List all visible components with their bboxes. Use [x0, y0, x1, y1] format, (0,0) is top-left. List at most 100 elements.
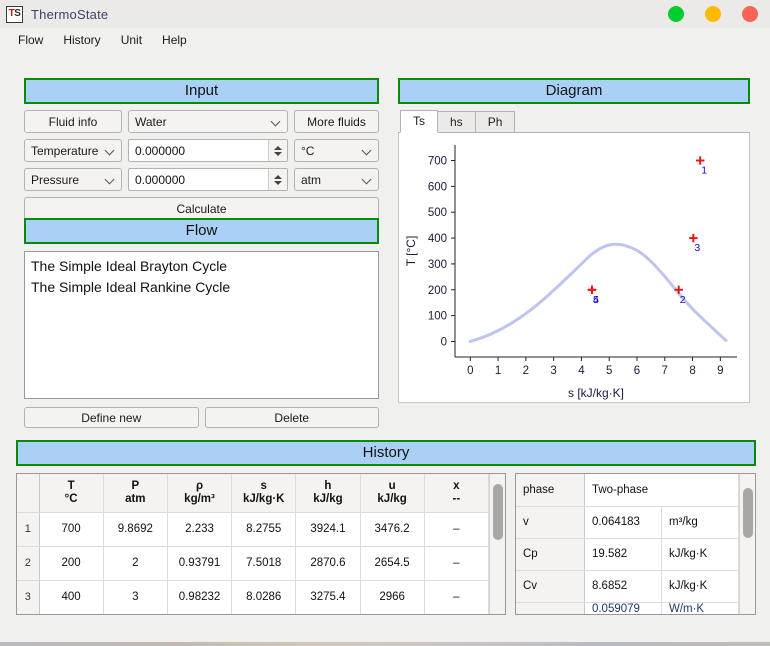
table-row[interactable]: Cp 19.582 kJ/kg·K [516, 538, 740, 571]
history-table-scrollbar-thumb[interactable] [493, 484, 503, 540]
list-item[interactable]: The Simple Ideal Rankine Cycle [31, 277, 378, 298]
history-body: T °C P atm ρ kg/m³ s kJ/kg·K h kJ/kg u k… [16, 473, 756, 615]
cell-h[interactable]: 3275.4 [295, 580, 361, 614]
minimize-button[interactable] [668, 6, 684, 22]
cell-s[interactable]: 8.0286 [231, 580, 297, 614]
cell-p[interactable]: 2 [103, 546, 168, 581]
history-table-scrollbar[interactable] [489, 474, 505, 614]
svg-text:7: 7 [662, 365, 668, 377]
tab-ph[interactable]: Ph [474, 111, 516, 132]
table-row[interactable]: 0.059079 W/m·K [516, 602, 740, 614]
flow-buttons: Define new Delete [24, 407, 379, 428]
close-button[interactable] [742, 6, 758, 22]
property-name-cp: Cp [516, 538, 585, 571]
stepper-down-icon[interactable] [274, 151, 282, 156]
input-panel: Input Fluid info Water More fluids Tempe… [24, 78, 379, 220]
column-header-t-name: T [67, 479, 75, 492]
cell-t[interactable]: 700 [39, 512, 104, 547]
column-header-h-unit: kJ/kg [313, 492, 343, 505]
flow-list[interactable]: The Simple Ideal Brayton Cycle The Simpl… [24, 251, 379, 399]
property-value-cp[interactable]: 19.582 [584, 538, 662, 571]
ts-diagram-chart[interactable]: 0 100 200 300 400 500 600 700 0 1 2 3 4 5 6 7 8 9 s [kJ/kg… [398, 133, 750, 403]
properties-table-container[interactable]: phase Two-phase v 0.064183 m³/kg Cp 19.5… [515, 473, 756, 615]
cell-x[interactable]: – [424, 512, 490, 547]
diagram-panel-title: Diagram [398, 78, 750, 104]
more-fluids-button[interactable]: More fluids [294, 110, 379, 133]
calculate-button[interactable]: Calculate [24, 197, 379, 220]
cell-rho[interactable]: 0.98232 [167, 580, 233, 614]
temperature-unit-select[interactable]: °C [294, 139, 379, 162]
table-row[interactable]: 3 400 3 0.98232 8.0286 3275.4 2966 – [17, 580, 490, 614]
cell-u[interactable]: 2966 [360, 580, 425, 614]
table-row[interactable]: Cv 8.6852 kJ/kg·K [516, 570, 740, 603]
list-item[interactable]: The Simple Ideal Brayton Cycle [31, 256, 378, 277]
property-name-cv: Cv [516, 570, 585, 603]
column-header-p: P atm [103, 474, 168, 513]
cell-p[interactable]: 9.8692 [103, 512, 168, 547]
property-unit-clipped: W/m·K [661, 602, 740, 614]
cell-s[interactable]: 8.2755 [231, 512, 297, 547]
flow-panel: Flow The Simple Ideal Brayton Cycle The … [24, 218, 379, 428]
cell-rho[interactable]: 2.233 [167, 512, 233, 547]
svg-text:5: 5 [593, 294, 599, 306]
cell-t[interactable]: 200 [39, 546, 104, 581]
temperature-unit-value: °C [301, 143, 315, 158]
cell-u[interactable]: 3476.2 [360, 512, 425, 547]
cell-u[interactable]: 2654.5 [360, 546, 425, 581]
column-header-h-name: h [324, 479, 332, 492]
menu-item-history[interactable]: History [53, 30, 110, 50]
cell-rho[interactable]: 0.93791 [167, 546, 233, 581]
property-value-phase[interactable]: Two-phase [584, 474, 740, 507]
tab-ts[interactable]: Ts [400, 110, 438, 133]
menu-item-help[interactable]: Help [152, 30, 197, 50]
cell-h[interactable]: 2870.6 [295, 546, 361, 581]
properties-table-scrollbar[interactable] [739, 474, 755, 614]
temperature-input[interactable]: 0.000000 [128, 139, 288, 162]
menu-item-unit[interactable]: Unit [111, 30, 152, 50]
row-number: 1 [17, 512, 40, 547]
properties-table-scrollbar-thumb[interactable] [743, 488, 753, 538]
fluid-select[interactable]: Water [128, 110, 288, 133]
property-value-v[interactable]: 0.064183 [584, 506, 662, 539]
column-header-rho-name: ρ [195, 479, 204, 492]
property-select-temperature-value: Temperature [31, 143, 99, 158]
property-select-pressure[interactable]: Pressure [24, 168, 122, 191]
menu-item-flow[interactable]: Flow [8, 30, 53, 50]
table-row[interactable]: v 0.064183 m³/kg [516, 506, 740, 539]
table-row[interactable]: 2 200 2 0.93791 7.5018 2870.6 2654.5 – [17, 546, 490, 581]
property-select-pressure-value: Pressure [31, 172, 80, 187]
column-header-t: T °C [39, 474, 104, 513]
table-row[interactable]: phase Two-phase [516, 474, 740, 507]
property-unit-v: m³/kg [661, 506, 740, 539]
cell-x[interactable]: – [424, 546, 490, 581]
temperature-stepper[interactable] [268, 140, 287, 161]
property-value-cv[interactable]: 8.6852 [584, 570, 662, 603]
pressure-stepper[interactable] [268, 169, 287, 190]
fluid-info-button[interactable]: Fluid info [24, 110, 122, 133]
pressure-unit-select[interactable]: atm [294, 168, 379, 191]
delete-button[interactable]: Delete [204, 407, 379, 428]
property-unit-cp: kJ/kg·K [661, 538, 740, 571]
stepper-up-icon[interactable] [274, 145, 282, 150]
stepper-up-icon[interactable] [274, 174, 282, 179]
pressure-input[interactable]: 0.000000 [128, 168, 288, 191]
cell-s[interactable]: 7.5018 [231, 546, 297, 581]
tab-hs[interactable]: hs [437, 111, 476, 132]
cell-h[interactable]: 3924.1 [295, 512, 361, 547]
column-header-h: h kJ/kg [295, 474, 361, 513]
property-select-temperature[interactable]: Temperature [24, 139, 122, 162]
stepper-down-icon[interactable] [274, 180, 282, 185]
cell-p[interactable]: 3 [103, 580, 168, 614]
cell-t[interactable]: 400 [39, 580, 104, 614]
ts-diagram-svg: 0 100 200 300 400 500 600 700 0 1 2 3 4 5 6 7 8 9 s [kJ/kg… [404, 145, 737, 400]
table-row[interactable]: 1 700 9.8692 2.233 8.2755 3924.1 3476.2 … [17, 512, 490, 547]
column-header-rho-unit: kg/m³ [184, 492, 215, 505]
property-value-clipped[interactable]: 0.059079 [584, 602, 662, 614]
svg-text:500: 500 [428, 207, 447, 219]
define-new-button[interactable]: Define new [24, 407, 199, 428]
pressure-row: Pressure 0.000000 atm [24, 168, 379, 191]
property-name-v: v [516, 506, 585, 539]
maximize-button[interactable] [705, 6, 721, 22]
history-table-container[interactable]: T °C P atm ρ kg/m³ s kJ/kg·K h kJ/kg u k… [16, 473, 506, 615]
cell-x[interactable]: – [424, 580, 490, 614]
